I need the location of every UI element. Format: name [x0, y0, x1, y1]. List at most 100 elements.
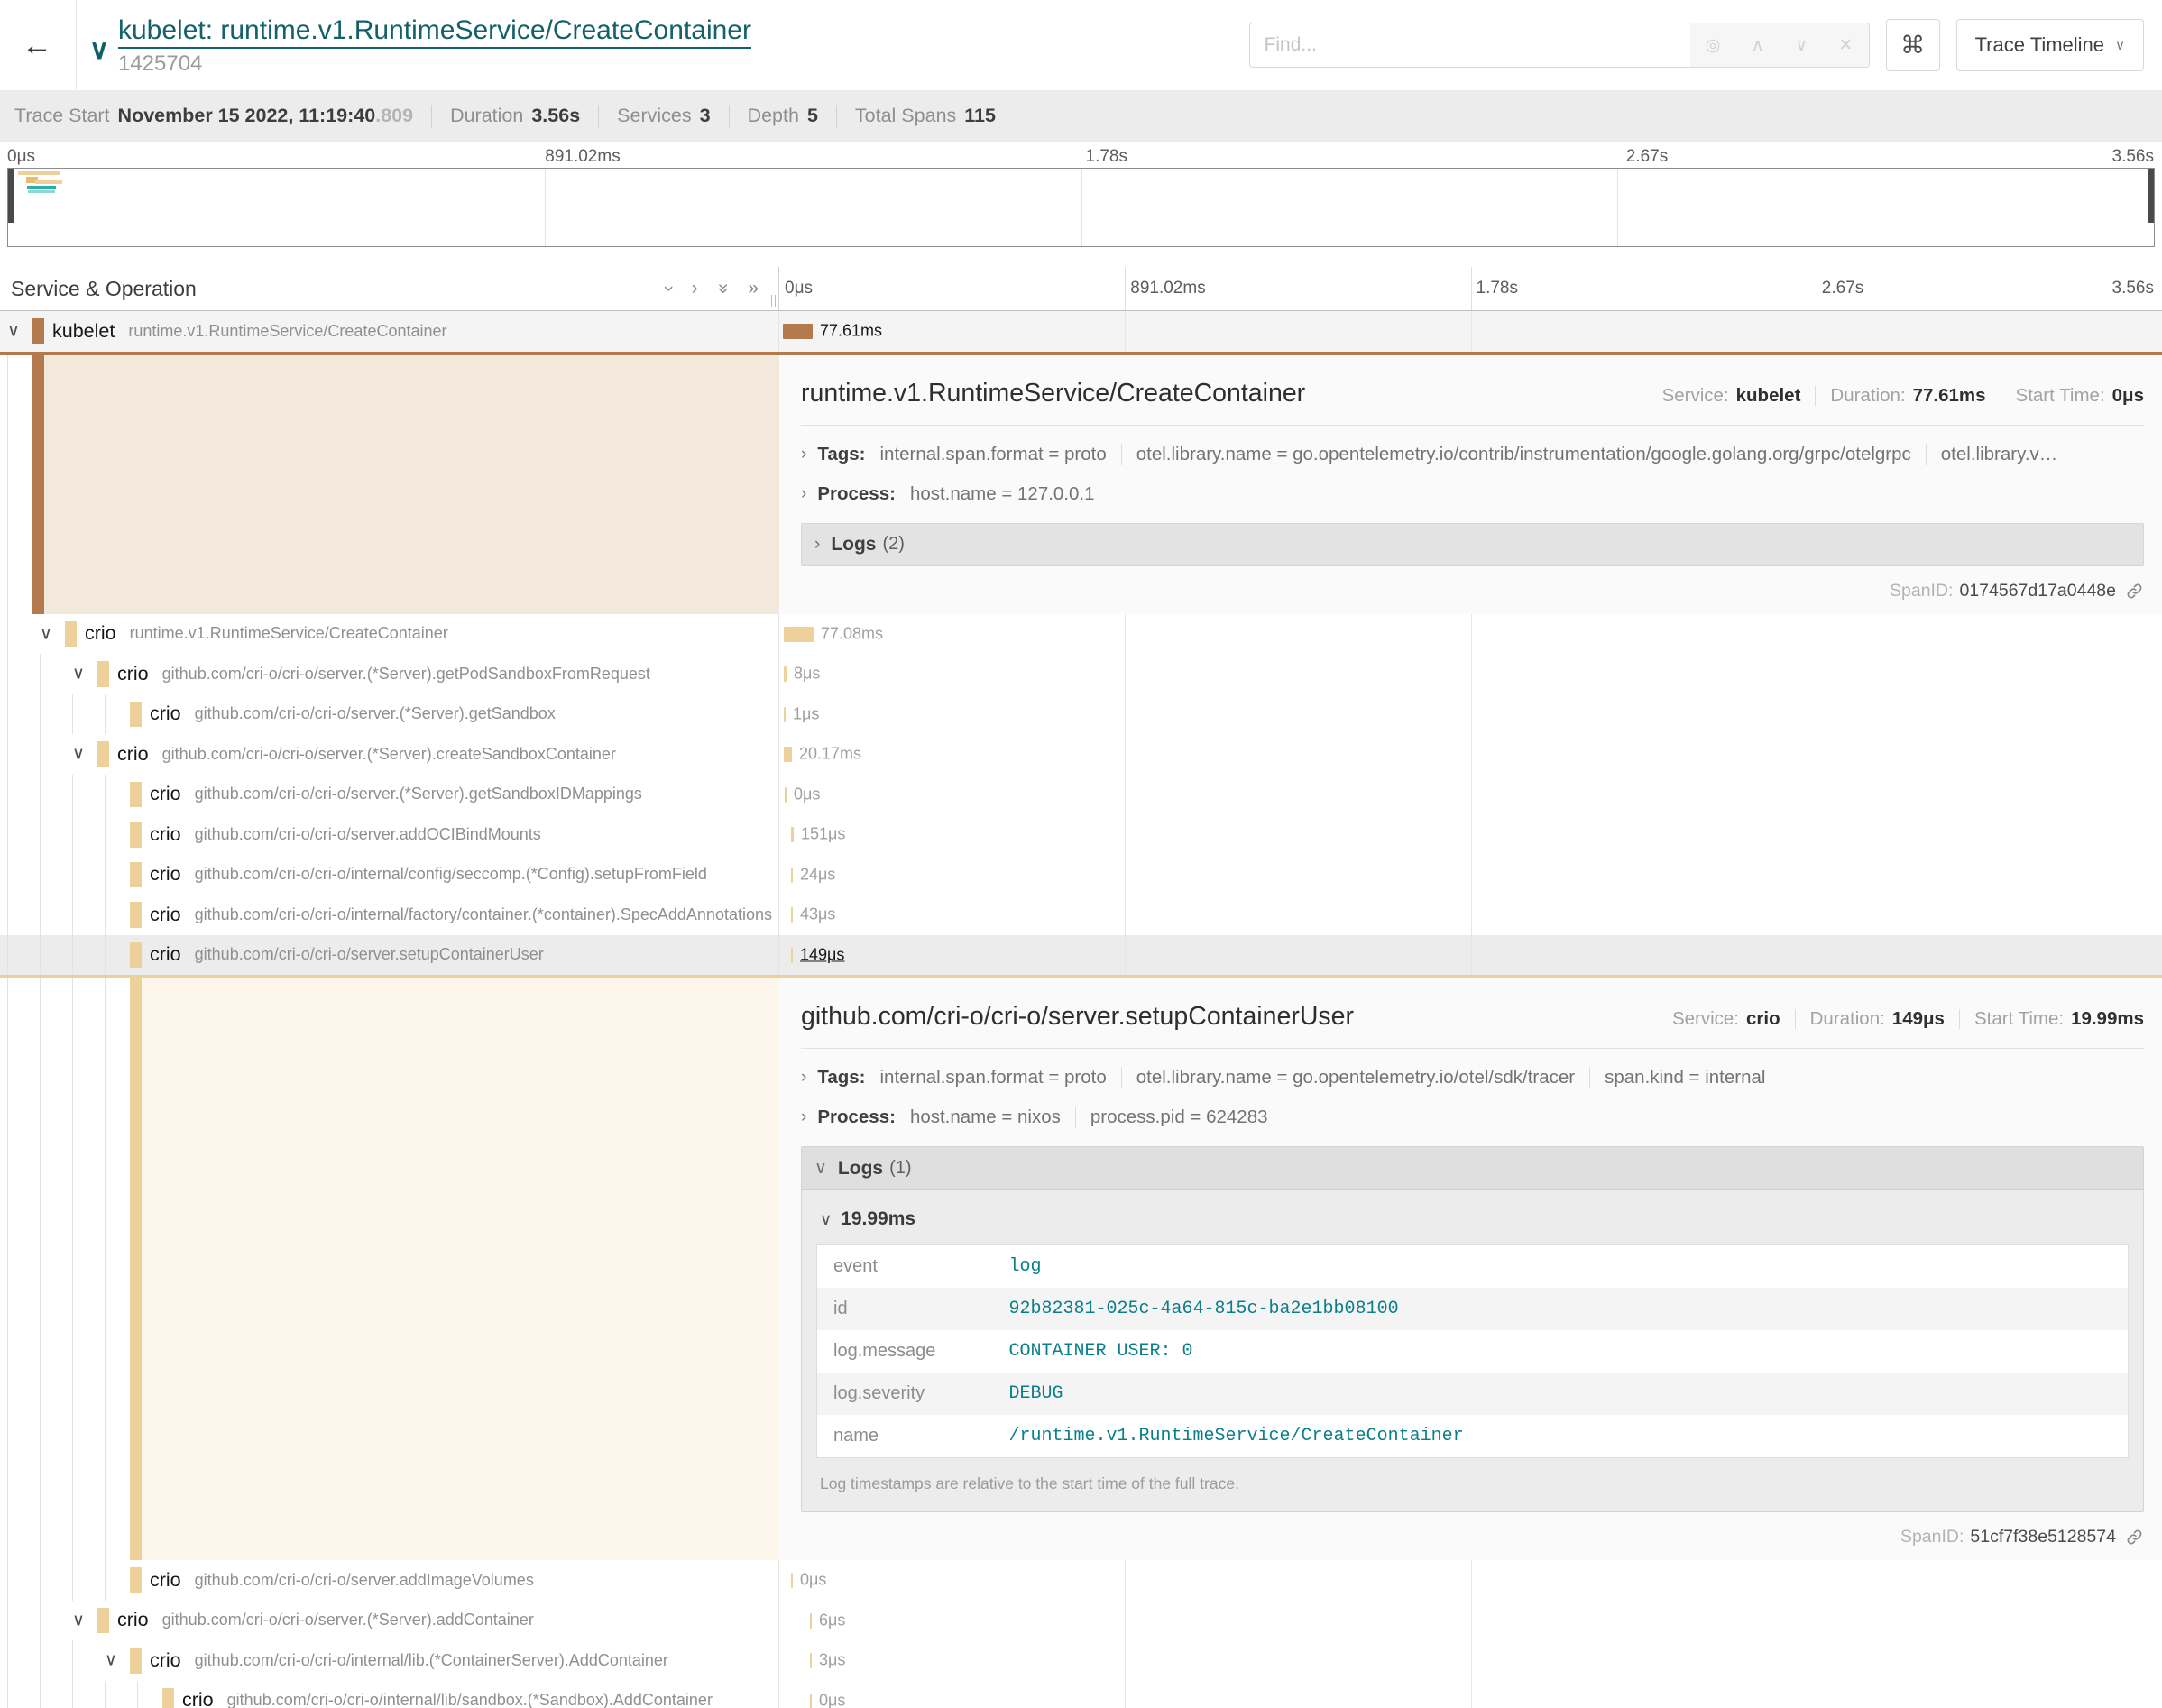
span-duration-bar[interactable]: [810, 1694, 812, 1708]
span-timeline-cell[interactable]: 77.61ms: [779, 311, 2162, 352]
trace-view-selector[interactable]: Trace Timeline ∨: [1956, 19, 2144, 71]
span-name-inner: criogithub.com/cri-o/cri-o/internal/conf…: [150, 855, 773, 895]
span-duration-bar[interactable]: [810, 1653, 812, 1668]
log-field-key: event: [817, 1245, 1002, 1289]
span-name-cell[interactable]: criogithub.com/cri-o/cri-o/server.addIma…: [0, 1560, 779, 1601]
span-duration-bar[interactable]: [783, 324, 813, 339]
span-duration-bar[interactable]: [784, 627, 814, 642]
span-row[interactable]: ∨criogithub.com/cri-o/cri-o/server.(*Ser…: [0, 654, 2162, 694]
tags-accordion[interactable]: › Tags: internal.span.format = proto ote…: [801, 444, 2144, 465]
minimap-scrubber-right[interactable]: [2148, 169, 2154, 223]
collapse-all-icon[interactable]: »: [712, 283, 733, 294]
span-timeline-cell[interactable]: 149μs: [779, 935, 2162, 976]
span-row[interactable]: criogithub.com/cri-o/cri-o/server.addOCI…: [0, 814, 2162, 855]
spanid-link-icon[interactable]: [2125, 1528, 2144, 1547]
process-accordion[interactable]: › Process: host.name = 127.0.0.1: [801, 483, 2144, 505]
span-timeline-cell[interactable]: 43μs: [779, 895, 2162, 935]
span-duration-bar[interactable]: [791, 1573, 793, 1588]
span-duration-bar[interactable]: [791, 827, 794, 842]
span-name-cell[interactable]: criogithub.com/cri-o/cri-o/server.addOCI…: [0, 814, 779, 855]
log-entry-accordion[interactable]: ∨ 19.99ms: [820, 1208, 2129, 1230]
minimap-scrubber-left[interactable]: [8, 169, 14, 223]
span-name-cell[interactable]: ∨criogithub.com/cri-o/cri-o/server.(*Ser…: [0, 1601, 779, 1641]
span-duration-bar[interactable]: [784, 707, 786, 722]
span-name-cell[interactable]: ∨kubeletruntime.v1.RuntimeService/Create…: [0, 311, 779, 352]
span-row[interactable]: ∨kubeletruntime.v1.RuntimeService/Create…: [0, 311, 2162, 352]
span-duration-bar[interactable]: [784, 666, 787, 682]
trace-minimap[interactable]: [7, 168, 2155, 247]
span-name-cell[interactable]: criogithub.com/cri-o/cri-o/server.(*Serv…: [0, 775, 779, 815]
span-timeline-cell[interactable]: 0μs: [779, 1560, 2162, 1601]
back-arrow-icon[interactable]: ←: [22, 28, 61, 63]
collapse-one-icon[interactable]: ›: [658, 286, 679, 292]
span-duration-bar[interactable]: [791, 948, 793, 963]
indent-guide-line: [7, 1640, 8, 1681]
span-row[interactable]: criogithub.com/cri-o/cri-o/internal/lib/…: [0, 1681, 2162, 1708]
span-timeline-cell[interactable]: 1μs: [779, 694, 2162, 735]
span-timeline-cell[interactable]: 20.17ms: [779, 734, 2162, 775]
span-duration-bar[interactable]: [784, 747, 792, 762]
expand-all-icon[interactable]: »: [748, 278, 759, 299]
process-summary: host.name = nixos: [910, 1107, 1061, 1128]
spanid-link-icon[interactable]: [2125, 582, 2144, 601]
span-name-cell[interactable]: ∨crioruntime.v1.RuntimeService/CreateCon…: [0, 614, 779, 655]
span-timeline-cell[interactable]: 8μs: [779, 654, 2162, 694]
span-row[interactable]: criogithub.com/cri-o/cri-o/internal/conf…: [0, 855, 2162, 895]
logs-accordion[interactable]: › Logs (2): [801, 523, 2144, 566]
span-timeline-cell[interactable]: 24μs: [779, 855, 2162, 895]
span-name-cell[interactable]: criogithub.com/cri-o/cri-o/internal/fact…: [0, 895, 779, 935]
minimap-span-bar: [27, 186, 56, 189]
span-duration-bar[interactable]: [791, 907, 793, 923]
trace-title-link[interactable]: kubelet: runtime.v1.RuntimeService/Creat…: [118, 14, 751, 49]
span-timeline-cell[interactable]: 6μs: [779, 1601, 2162, 1641]
span-row[interactable]: ∨criogithub.com/cri-o/cri-o/server.(*Ser…: [0, 1601, 2162, 1641]
timeline-gridline: [1125, 895, 1126, 935]
trace-title-chevron-icon[interactable]: ∨: [89, 34, 109, 66]
span-row[interactable]: ∨criogithub.com/cri-o/cri-o/server.(*Ser…: [0, 734, 2162, 775]
expand-chevron-icon[interactable]: ∨: [105, 1650, 117, 1671]
tags-accordion[interactable]: › Tags: internal.span.format = proto ote…: [801, 1067, 2144, 1088]
expand-chevron-icon[interactable]: ∨: [72, 1610, 85, 1630]
span-name-cell[interactable]: criogithub.com/cri-o/cri-o/internal/lib/…: [0, 1681, 779, 1708]
indent-guide-line: [105, 855, 106, 895]
span-name-cell[interactable]: criogithub.com/cri-o/cri-o/server.setupC…: [0, 935, 779, 976]
clear-search-icon[interactable]: ✕: [1838, 35, 1853, 56]
span-row[interactable]: criogithub.com/cri-o/cri-o/internal/fact…: [0, 895, 2162, 935]
span-duration-bar[interactable]: [785, 787, 787, 803]
expand-chevron-icon[interactable]: ∨: [72, 664, 85, 684]
span-name-cell[interactable]: ∨criogithub.com/cri-o/cri-o/server.(*Ser…: [0, 734, 779, 775]
process-accordion[interactable]: › Process: host.name = nixos process.pid…: [801, 1107, 2144, 1128]
span-row[interactable]: criogithub.com/cri-o/cri-o/server.(*Serv…: [0, 775, 2162, 815]
logs-accordion[interactable]: ∨ Logs (1): [802, 1147, 2143, 1190]
expand-chevron-icon[interactable]: ∨: [72, 744, 85, 765]
span-row[interactable]: criogithub.com/cri-o/cri-o/server.addIma…: [0, 1560, 2162, 1601]
next-result-icon[interactable]: ∨: [1795, 35, 1808, 56]
column-resizer[interactable]: [771, 295, 776, 307]
span-row[interactable]: criogithub.com/cri-o/cri-o/server.(*Serv…: [0, 694, 2162, 735]
expand-chevron-icon[interactable]: ∨: [40, 623, 52, 644]
span-timeline-cell[interactable]: 0μs: [779, 1681, 2162, 1708]
find-input[interactable]: [1250, 23, 1690, 67]
span-name-cell[interactable]: criogithub.com/cri-o/cri-o/internal/conf…: [0, 855, 779, 895]
service-name: crio: [150, 1649, 181, 1672]
span-name-cell[interactable]: ∨criogithub.com/cri-o/cri-o/server.(*Ser…: [0, 654, 779, 694]
indent-guide-line: [7, 654, 8, 694]
span-name-cell[interactable]: ∨criogithub.com/cri-o/cri-o/internal/lib…: [0, 1640, 779, 1681]
expand-chevron-icon[interactable]: ∨: [7, 321, 20, 342]
span-duration-bar[interactable]: [791, 868, 793, 883]
keyboard-shortcuts-button[interactable]: ⌘: [1886, 19, 1940, 71]
span-timeline-cell[interactable]: 77.08ms: [779, 614, 2162, 655]
chevron-right-icon: ›: [801, 484, 806, 504]
operation-name: github.com/cri-o/cri-o/internal/factory/…: [195, 905, 772, 924]
span-timeline-cell[interactable]: 3μs: [779, 1640, 2162, 1681]
focus-target-icon[interactable]: ◎: [1706, 35, 1721, 56]
span-row[interactable]: ∨criogithub.com/cri-o/cri-o/internal/lib…: [0, 1640, 2162, 1681]
expand-one-icon[interactable]: ›: [692, 278, 698, 299]
span-row[interactable]: ∨crioruntime.v1.RuntimeService/CreateCon…: [0, 614, 2162, 655]
span-row[interactable]: criogithub.com/cri-o/cri-o/server.setupC…: [0, 935, 2162, 976]
prev-result-icon[interactable]: ∧: [1752, 35, 1764, 56]
span-timeline-cell[interactable]: 0μs: [779, 775, 2162, 815]
span-name-cell[interactable]: criogithub.com/cri-o/cri-o/server.(*Serv…: [0, 694, 779, 735]
span-timeline-cell[interactable]: 151μs: [779, 814, 2162, 855]
span-duration-bar[interactable]: [810, 1613, 812, 1629]
